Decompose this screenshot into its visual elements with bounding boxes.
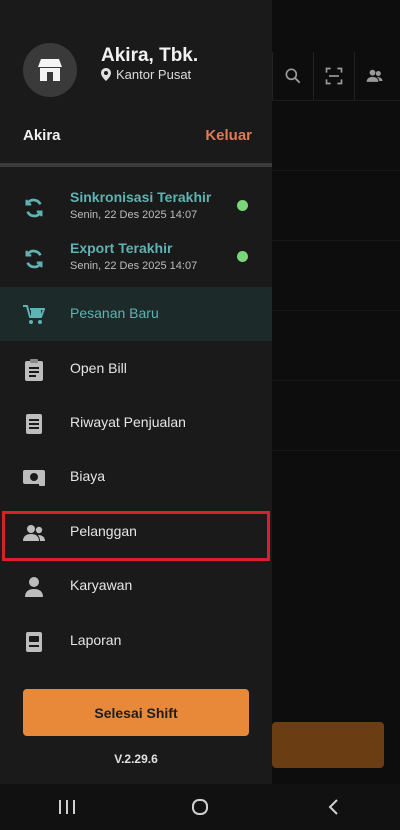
user-name: Akira bbox=[23, 127, 61, 144]
document-icon bbox=[23, 413, 45, 435]
export-title: Export Terakhir bbox=[70, 240, 173, 256]
sync-item-last-export[interactable]: Export Terakhir Senin, 22 Des 2025 14:07 bbox=[0, 238, 272, 282]
menu-label: Pesanan Baru bbox=[70, 305, 159, 321]
end-shift-button[interactable]: Selesai Shift bbox=[23, 689, 249, 736]
menu-item-biaya[interactable]: Biaya bbox=[0, 450, 272, 504]
clipboard-icon bbox=[23, 359, 45, 381]
back-button[interactable] bbox=[303, 784, 363, 830]
cart-icon bbox=[23, 304, 45, 326]
menu-item-laporan[interactable]: Laporan bbox=[0, 614, 272, 668]
background-divider bbox=[272, 310, 400, 311]
menu-item-karyawan[interactable]: Karyawan bbox=[0, 559, 272, 613]
navigation-drawer: Akira, Tbk. Kantor Pusat Akira Keluar Si… bbox=[0, 0, 272, 784]
scan-icon[interactable] bbox=[313, 52, 354, 100]
system-navigation-bar bbox=[0, 784, 400, 830]
background-divider bbox=[272, 100, 400, 101]
background-divider bbox=[272, 240, 400, 241]
store-avatar bbox=[23, 43, 77, 97]
export-timestamp: Senin, 22 Des 2025 14:07 bbox=[70, 260, 198, 272]
store-icon bbox=[38, 59, 62, 81]
highlight-box bbox=[2, 511, 270, 561]
logout-button[interactable]: Keluar bbox=[205, 127, 252, 144]
store-name: Akira, Tbk. bbox=[101, 45, 199, 66]
cash-icon bbox=[23, 467, 45, 489]
menu-item-open-bill[interactable]: Open Bill bbox=[0, 342, 272, 396]
background-divider bbox=[272, 170, 400, 171]
background-divider bbox=[272, 450, 400, 451]
store-location: Kantor Pusat bbox=[101, 67, 191, 82]
menu-item-riwayat-penjualan[interactable]: Riwayat Penjualan bbox=[0, 396, 272, 450]
recent-apps-icon bbox=[58, 800, 75, 814]
back-icon bbox=[328, 799, 339, 815]
menu-label: Laporan bbox=[70, 632, 122, 648]
menu-label: Open Bill bbox=[70, 360, 127, 376]
location-pin-icon bbox=[101, 68, 111, 81]
menu-label: Riwayat Penjualan bbox=[70, 414, 186, 430]
sync-title: Sinkronisasi Terakhir bbox=[70, 189, 212, 205]
home-button[interactable] bbox=[170, 784, 230, 830]
menu-item-pesanan-baru[interactable]: Pesanan Baru bbox=[0, 287, 272, 341]
sync-icon bbox=[25, 249, 43, 269]
users-icon[interactable] bbox=[354, 52, 395, 100]
sync-timestamp: Senin, 22 Des 2025 14:07 bbox=[70, 209, 198, 221]
background-button[interactable] bbox=[272, 722, 384, 768]
report-icon bbox=[23, 631, 45, 653]
status-indicator bbox=[237, 251, 248, 262]
status-indicator bbox=[237, 200, 248, 211]
sync-icon bbox=[25, 198, 43, 218]
app-version: V.2.29.6 bbox=[114, 752, 158, 766]
header-divider bbox=[0, 163, 272, 167]
home-icon bbox=[191, 799, 208, 815]
search-icon[interactable] bbox=[272, 52, 313, 100]
recent-apps-button[interactable] bbox=[37, 784, 97, 830]
store-location-text: Kantor Pusat bbox=[116, 67, 192, 82]
background-divider bbox=[272, 380, 400, 381]
menu-label: Karyawan bbox=[70, 577, 133, 593]
sync-item-last-sync[interactable]: Sinkronisasi Terakhir Senin, 22 Des 2025… bbox=[0, 187, 272, 231]
person-icon bbox=[23, 576, 45, 598]
background-toolbar bbox=[272, 52, 400, 100]
menu-label: Biaya bbox=[70, 468, 106, 484]
drawer-header: Akira, Tbk. Kantor Pusat Akira Keluar bbox=[0, 0, 272, 163]
